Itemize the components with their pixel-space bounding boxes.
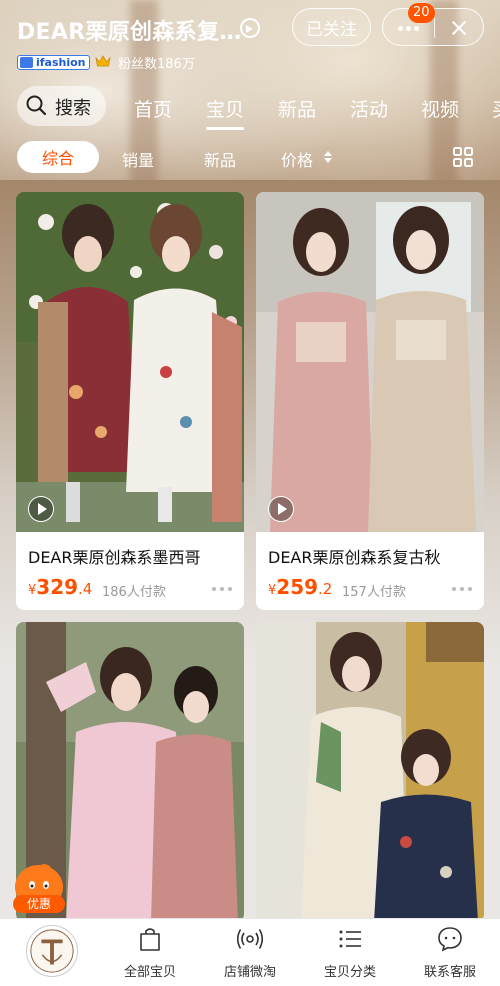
bottom-bar-label: 联系客服: [423, 965, 476, 980]
tab-new[interactable]: 新品: [278, 95, 316, 122]
tab-video[interactable]: 视频: [421, 95, 459, 122]
bottom-bar-label: 店铺微淘: [223, 965, 276, 980]
chat-bubble-icon: [438, 927, 462, 952]
category-list-icon: [339, 930, 361, 948]
play-icon[interactable]: [28, 496, 54, 522]
all-products-button[interactable]: 全部宝贝: [100, 919, 200, 986]
product-card[interactable]: DEAR栗原创森系墨西哥 ¥329.4 186人付款: [16, 192, 244, 610]
product-price: ¥259.2: [268, 575, 333, 599]
sort-arrows-icon: [324, 151, 332, 163]
chevron-right-icon[interactable]: [240, 18, 260, 38]
tab-activity[interactable]: 活动: [350, 95, 388, 122]
bottom-bar-label: 宝贝分类: [323, 965, 376, 980]
more-icon[interactable]: [212, 587, 232, 592]
shop-feed-button[interactable]: 店铺微淘: [200, 919, 300, 986]
product-image: [16, 192, 244, 532]
close-icon[interactable]: [435, 9, 485, 47]
search-icon: [26, 95, 47, 116]
shop-name[interactable]: DEAR栗原创森系复…: [17, 14, 242, 46]
sort-default[interactable]: 综合: [17, 141, 99, 173]
product-image: [256, 192, 484, 532]
sort-price[interactable]: 价格: [281, 147, 313, 171]
promo-label[interactable]: 优惠: [13, 895, 65, 913]
notification-badge: 20: [408, 3, 435, 23]
grid-view-icon[interactable]: [452, 146, 474, 168]
shopping-bag-icon: [140, 928, 160, 951]
more-icon[interactable]: [452, 587, 472, 592]
bottom-bar: 全部宝贝 店铺微淘 宝贝分类 联系客服: [0, 918, 500, 986]
product-card[interactable]: DEAR栗原创森系复古秋 ¥259.2 157人付款: [256, 192, 484, 610]
bottom-bar-label: 全部宝贝: [123, 965, 176, 980]
ifashion-tag: ifashion: [17, 55, 90, 70]
ifashion-label: ifashion: [36, 56, 86, 69]
product-name: DEAR栗原创森系复古秋: [268, 548, 441, 567]
customer-service-button[interactable]: 联系客服: [400, 919, 500, 986]
product-name: DEAR栗原创森系墨西哥: [28, 548, 201, 567]
sort-new[interactable]: 新品: [204, 147, 236, 171]
tab-products[interactable]: 宝贝: [206, 95, 245, 130]
tab-home[interactable]: 首页: [134, 95, 172, 122]
shop-header: DEAR栗原创森系复… 已关注 20 ifashion 粉丝数186万: [0, 0, 500, 80]
product-price: ¥329.4: [28, 575, 93, 599]
product-card[interactable]: [256, 622, 484, 922]
sold-count: 186人付款: [102, 585, 166, 600]
shop-logo[interactable]: [26, 925, 78, 977]
follow-button[interactable]: 已关注: [292, 8, 371, 46]
broadcast-icon: [236, 929, 264, 949]
tab-more[interactable]: 买: [492, 95, 500, 122]
ifashion-icon: [20, 57, 33, 68]
crown-icon: [95, 55, 111, 67]
fans-count: 粉丝数186万: [118, 57, 195, 72]
search-label: 搜索: [55, 98, 91, 119]
product-image: [256, 622, 484, 922]
search-button[interactable]: 搜索: [17, 86, 106, 126]
sold-count: 157人付款: [342, 585, 406, 600]
play-icon[interactable]: [268, 496, 294, 522]
category-button[interactable]: 宝贝分类: [300, 919, 400, 986]
sort-sales[interactable]: 销量: [122, 147, 154, 171]
